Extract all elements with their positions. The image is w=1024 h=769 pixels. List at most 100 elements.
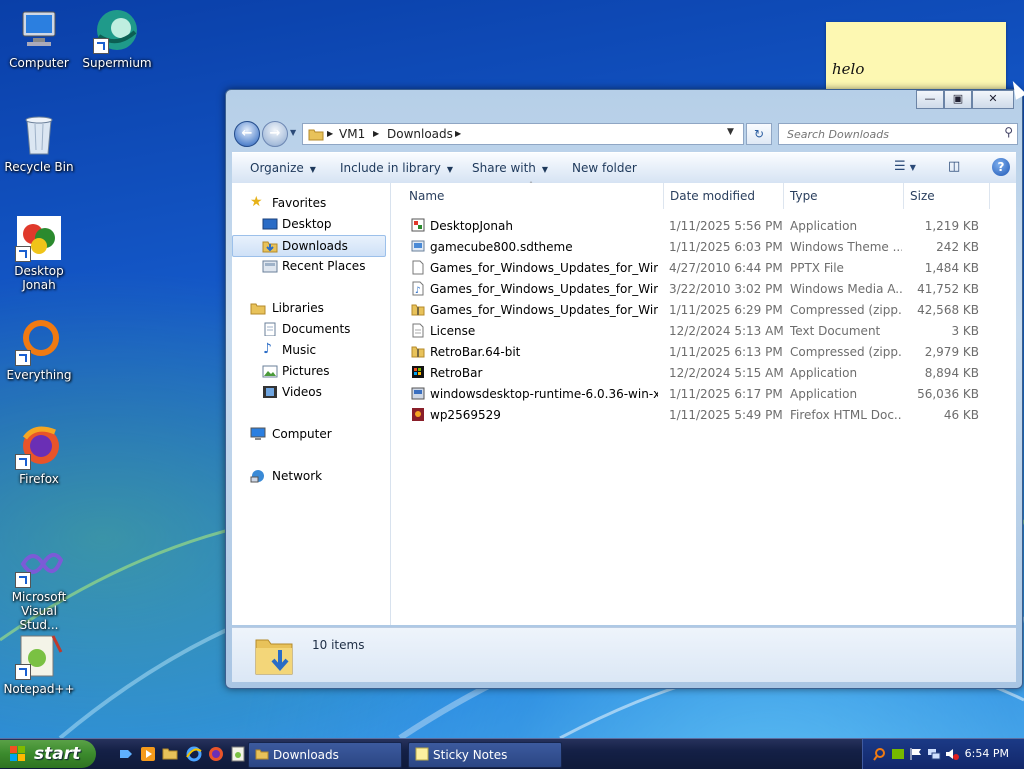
minimize-button[interactable]: — (916, 90, 944, 109)
nav-libraries[interactable]: Libraries (232, 298, 390, 318)
nav-pictures[interactable]: Pictures (232, 361, 390, 381)
nav-documents[interactable]: Documents (232, 319, 390, 339)
file-date-modified: 1/11/2025 6:17 PM (669, 387, 783, 401)
column-divider[interactable] (989, 183, 990, 209)
breadcrumb-chevron-icon[interactable]: ▶ (373, 129, 379, 138)
start-label: start (34, 744, 81, 764)
search-icon[interactable]: ⚲ (1004, 125, 1013, 139)
include-in-library-button[interactable]: Include in library ▼ (340, 161, 453, 175)
column-header-date-modified[interactable]: Date modified (670, 183, 755, 209)
desktop-icon (262, 218, 278, 230)
breadcrumb-downloads[interactable]: Downloads (387, 127, 453, 141)
desktop-icon-notepad-plus-plus[interactable]: Notepad++ (0, 632, 78, 696)
recent-places-icon (262, 260, 278, 273)
clock[interactable]: 6:54 PM (965, 747, 1009, 760)
volume-muted-icon[interactable] (945, 747, 959, 761)
installer-icon (411, 386, 425, 401)
column-divider[interactable] (663, 183, 664, 209)
address-bar[interactable]: ▶ VM1 ▶ Downloads ▶ ▼ (302, 123, 744, 145)
restore-icon: ▣ (952, 92, 964, 105)
show-desktop-icon[interactable] (118, 746, 134, 762)
file-row[interactable]: Games_for_Windows_Updates_for_Wind... 4/2… (405, 257, 1005, 278)
file-type: Compressed (zipp... (790, 303, 902, 317)
nav-recent-places[interactable]: Recent Places (232, 256, 390, 276)
nav-computer[interactable]: Computer (232, 424, 390, 444)
breadcrumb-chevron-icon[interactable]: ▶ (455, 129, 461, 138)
file-row[interactable]: RetroBar 12/2/2024 5:15 AM Application 8,89… (405, 362, 1005, 383)
preview-pane-button[interactable]: ◫ (948, 159, 960, 174)
file-date-modified: 3/22/2010 3:02 PM (669, 282, 783, 296)
internet-explorer-icon[interactable] (186, 746, 202, 762)
file-row[interactable]: ♪ Games_for_Windows_Updates_for_Wind... 3/… (405, 278, 1005, 299)
firefox-icon[interactable] (208, 746, 224, 762)
desktop-icon-visual-studio[interactable]: Microsoft Visual Stud... (0, 540, 78, 632)
nav-favorites[interactable]: ★ Favorites (232, 193, 390, 213)
file-date-modified: 1/11/2025 6:03 PM (669, 240, 783, 254)
maximize-button[interactable]: ▣ (944, 90, 972, 109)
column-header-type[interactable]: Type (790, 183, 818, 209)
desktop-jonah-icon (15, 214, 63, 262)
preview-pane-icon: ◫ (948, 159, 961, 174)
file-row[interactable]: windowsdesktop-runtime-6.0.36-win-x64 1/1… (405, 383, 1005, 404)
desktop-icon-recycle-bin[interactable]: Recycle Bin (0, 110, 78, 174)
file-row[interactable]: License 12/2/2024 5:13 AM Text Document 3 K… (405, 320, 1005, 341)
action-center-flag-icon[interactable] (909, 747, 923, 761)
file-row[interactable]: wp2569529 1/11/2025 5:49 PM Firefox HTML D… (405, 404, 1005, 425)
column-header-name[interactable]: Name (409, 183, 444, 209)
nav-label: Pictures (282, 364, 330, 378)
breadcrumb-chevron-icon[interactable]: ▶ (327, 129, 333, 138)
forward-button[interactable]: → (262, 121, 288, 147)
nvidia-icon[interactable] (891, 747, 905, 761)
desktop-icon-computer[interactable]: Computer (0, 6, 78, 70)
recent-pages-chevron-down-icon[interactable]: ▼ (290, 128, 296, 137)
media-player-icon[interactable] (140, 746, 156, 762)
search-box[interactable]: ⚲ (778, 123, 1018, 145)
back-button[interactable]: ← (234, 121, 260, 147)
desktop-icon-label: Firefox (19, 472, 59, 486)
column-header-size[interactable]: Size (910, 183, 935, 209)
file-size: 2,979 KB (924, 345, 979, 359)
desktop-icon-label: Supermium (82, 56, 152, 70)
network-tray-icon[interactable] (927, 747, 941, 761)
column-divider[interactable] (783, 183, 784, 209)
explorer-icon[interactable] (162, 746, 178, 762)
taskbar-item-sticky-notes[interactable]: Sticky Notes (408, 742, 562, 768)
file-row[interactable]: DesktopJonah 1/11/2025 5:56 PM Application… (405, 215, 1005, 236)
notepad-icon[interactable] (230, 746, 246, 762)
new-folder-button[interactable]: New folder (572, 161, 637, 175)
desktop-icon-everything[interactable]: Everything (0, 318, 78, 382)
nav-music[interactable]: ♪ Music (232, 340, 390, 360)
explorer-window[interactable]: — ▣ ✕ ← → ▼ ▶ VM1 ▶ Downloads ▶ ▼ ↻ ⚲ Or… (225, 89, 1023, 689)
file-row[interactable]: Games_for_Windows_Updates_for_Wind... 1/1… (405, 299, 1005, 320)
search-everything-icon[interactable] (873, 747, 887, 761)
file-row[interactable]: RetroBar.64-bit 1/11/2025 6:13 PM Compress… (405, 341, 1005, 362)
file-size: 56,036 KB (917, 387, 979, 401)
shortcut-arrow-icon (15, 572, 31, 588)
desktop-icon-desktop-jonah[interactable]: Desktop Jonah (0, 214, 78, 292)
desktop-icon-supermium[interactable]: Supermium (78, 6, 156, 70)
nav-downloads[interactable]: Downloads (232, 235, 386, 257)
nav-desktop[interactable]: Desktop (232, 214, 390, 234)
nav-videos[interactable]: Videos (232, 382, 390, 402)
organize-button[interactable]: Organize ▼ (250, 161, 316, 175)
taskbar-item-label: Downloads (273, 748, 339, 762)
file-date-modified: 12/2/2024 5:15 AM (669, 366, 784, 380)
search-input[interactable] (785, 124, 989, 144)
address-dropdown-chevron-down-icon[interactable]: ▼ (727, 127, 734, 137)
taskbar: start Downloads Sticky Notes 6:54 PM (0, 738, 1024, 769)
sticky-note-text[interactable]: helo (832, 60, 864, 78)
change-view-button[interactable]: ☰ ▼ (894, 159, 916, 174)
start-button[interactable]: start (0, 740, 96, 768)
share-with-button[interactable]: Share with ▼ (472, 161, 548, 175)
breadcrumb-vm1[interactable]: VM1 (339, 127, 365, 141)
taskbar-item-downloads[interactable]: Downloads (248, 742, 402, 768)
file-row[interactable]: gamecube800.sdtheme 1/11/2025 6:03 PM Wind… (405, 236, 1005, 257)
help-button[interactable]: ? (992, 158, 1010, 176)
desktop-icon-firefox[interactable]: Firefox (0, 422, 78, 486)
close-button[interactable]: ✕ (972, 90, 1014, 109)
refresh-button[interactable]: ↻ (746, 123, 772, 145)
videos-icon (263, 386, 277, 398)
column-divider[interactable] (903, 183, 904, 209)
sticky-note[interactable]: helo (826, 22, 1006, 94)
nav-network[interactable]: Network (232, 466, 390, 486)
